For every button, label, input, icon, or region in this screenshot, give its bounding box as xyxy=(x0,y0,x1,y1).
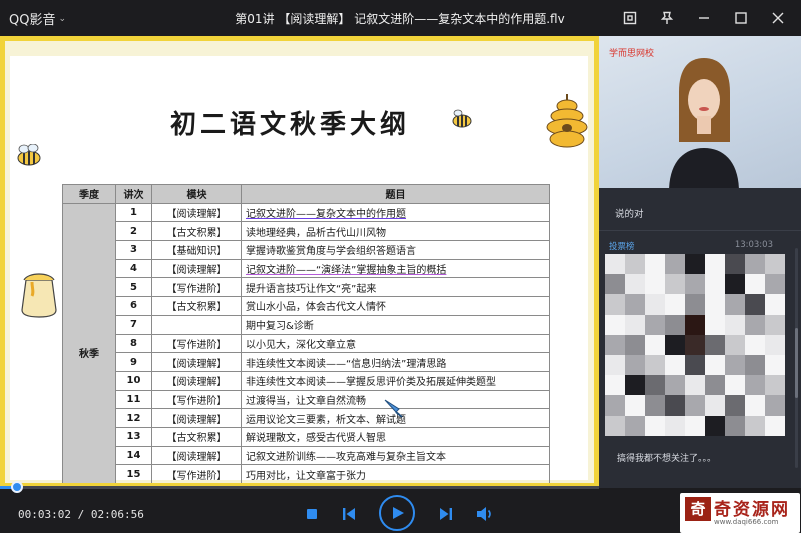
time-display: 00:03:02 / 02:06:56 xyxy=(18,508,144,521)
divider xyxy=(599,230,801,231)
previous-button[interactable] xyxy=(340,505,358,523)
pin-top-button[interactable] xyxy=(654,6,680,30)
presenter-image xyxy=(669,58,739,188)
presenter-video: 学而思网校 xyxy=(599,36,801,188)
title-bar: QQ影音 ⌄ 第01讲 【阅读理解】 记叙文进阶——复杂文本中的作用题.flv xyxy=(0,0,801,36)
pin-icon xyxy=(660,11,674,24)
play-icon xyxy=(393,507,404,519)
side-panel: 学而思网校 说的对 投票榜 13:03:03 搞得我都不想关注了。。。 xyxy=(599,36,801,488)
volume-button[interactable] xyxy=(475,505,495,523)
pixelated-image xyxy=(605,254,785,436)
next-button[interactable] xyxy=(437,505,455,523)
skip-previous-icon xyxy=(343,508,355,520)
minimize-button[interactable] xyxy=(691,6,717,30)
mini-mode-button[interactable] xyxy=(617,6,643,30)
progress-bar[interactable] xyxy=(0,486,599,489)
volume-icon xyxy=(477,507,491,521)
close-button[interactable] xyxy=(765,6,791,30)
chat-panel: 说的对 投票榜 13:03:03 搞得我都不想关注了。。。 xyxy=(599,188,801,488)
scrollbar-thumb[interactable] xyxy=(795,328,798,398)
chat-username[interactable]: 投票榜 xyxy=(609,240,635,252)
chat-scrollbar[interactable] xyxy=(795,248,798,468)
stop-button[interactable] xyxy=(305,507,319,521)
close-icon xyxy=(772,12,784,24)
maximize-icon xyxy=(735,12,747,24)
app-menu-button[interactable]: QQ影音 ⌄ xyxy=(9,9,66,28)
app-brand-label: QQ影音 xyxy=(9,13,56,28)
mini-mode-icon xyxy=(623,11,637,25)
maximize-button[interactable] xyxy=(728,6,754,30)
chevron-down-icon: ⌄ xyxy=(58,13,67,24)
player-window: QQ影音 ⌄ 第01讲 【阅读理解】 记叙文进阶——复杂文本中的作用题.flv xyxy=(0,0,801,533)
site-watermark: 奇 奇资源网 www.daqi666.com xyxy=(680,493,800,533)
chat-message: 说的对 xyxy=(615,209,644,220)
watermark-url: www.daqi666.com xyxy=(714,518,779,526)
slide-border-decoration xyxy=(0,36,599,488)
play-button[interactable] xyxy=(379,495,415,531)
window-controls xyxy=(617,6,791,30)
watermark-title: 奇资源网 xyxy=(714,500,790,520)
video-area[interactable]: 初二语文秋季大纲 季度 讲次 模块 题目 秋季 1 【阅读理解】 记叙文进阶——… xyxy=(0,36,599,488)
chat-timestamp: 13:03:03 xyxy=(734,240,773,250)
skip-next-icon xyxy=(440,508,452,520)
school-logo: 学而思网校 xyxy=(609,49,655,59)
chat-message: 搞得我都不想关注了。。。 xyxy=(617,454,717,464)
minimize-icon xyxy=(699,17,709,19)
watermark-logo: 奇 xyxy=(685,497,711,521)
progress-handle[interactable] xyxy=(11,481,24,493)
stop-icon xyxy=(307,509,317,519)
window-title: 第01讲 【阅读理解】 记叙文进阶——复杂文本中的作用题.flv xyxy=(235,12,565,26)
